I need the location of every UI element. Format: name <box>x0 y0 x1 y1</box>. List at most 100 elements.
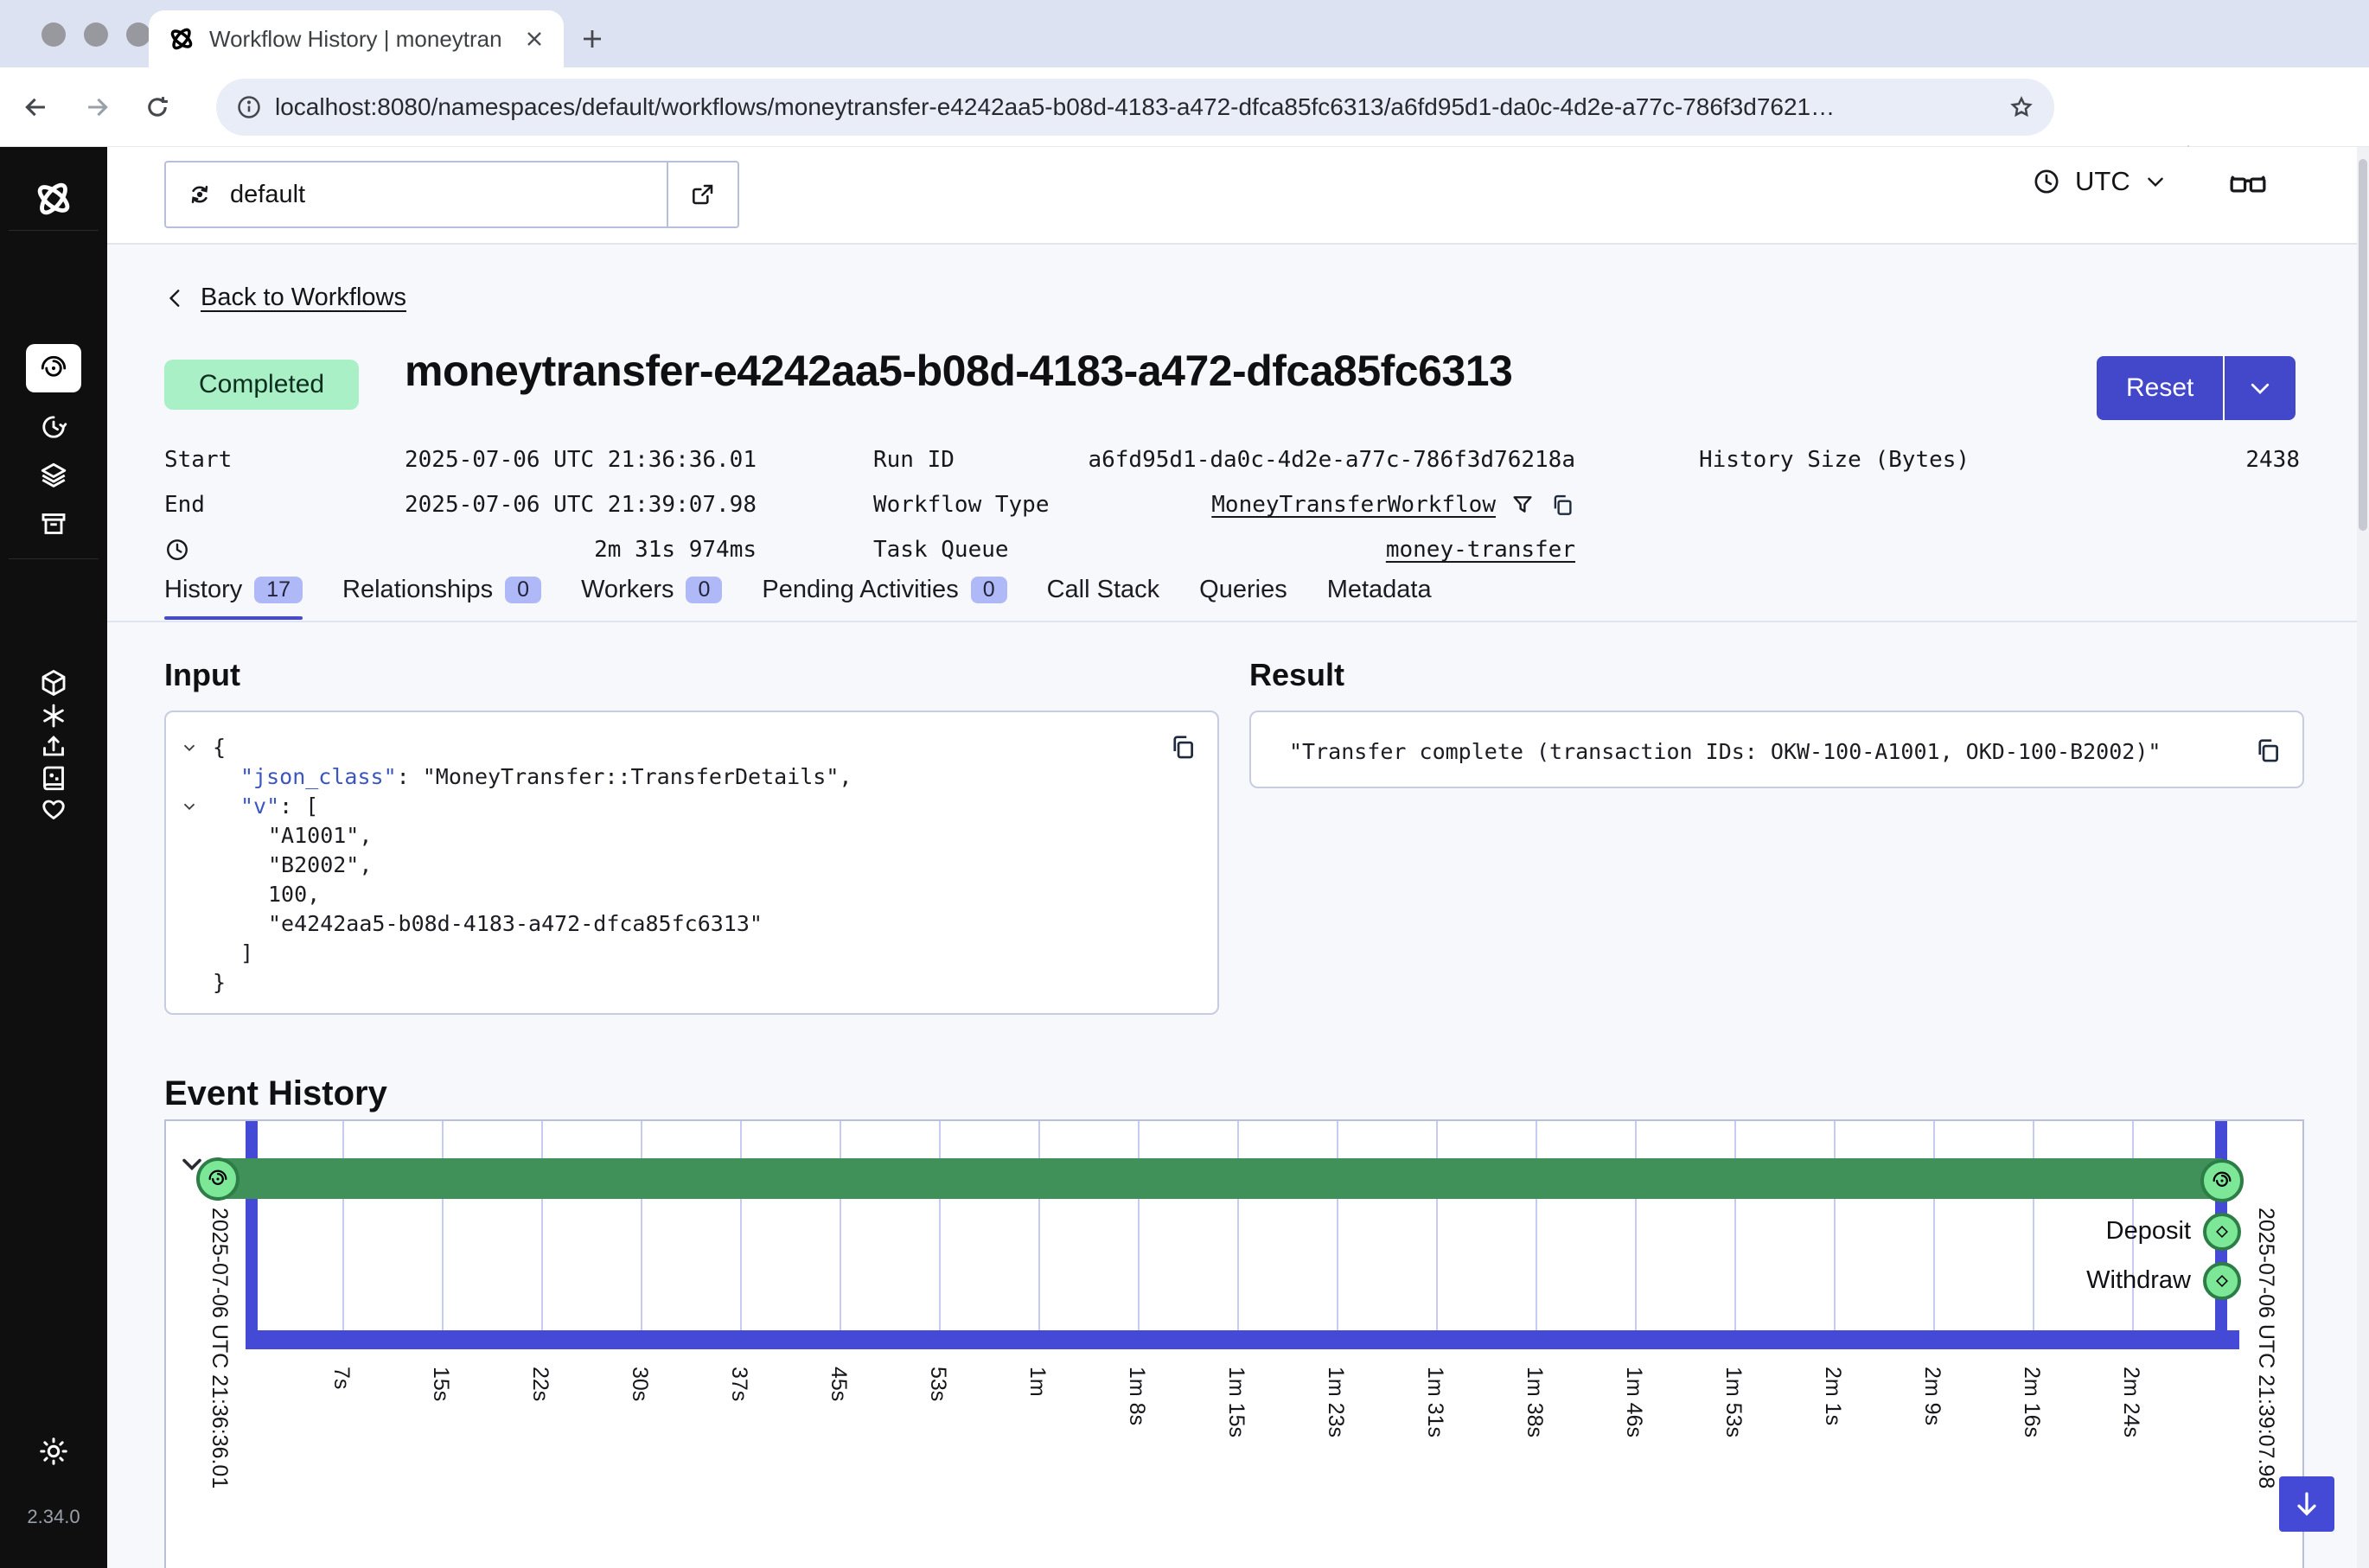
nav-schedules-icon[interactable] <box>0 411 107 443</box>
timeline-gridline <box>342 1121 344 1339</box>
nav-feedback-heart-icon[interactable] <box>0 794 107 825</box>
collapse-chevron-icon[interactable] <box>180 733 199 762</box>
json-line: "json_class": "MoneyTransfer::TransferDe… <box>166 762 1217 792</box>
temporal-logo-icon[interactable] <box>0 178 107 220</box>
temporal-favicon-icon <box>168 25 195 53</box>
timeline-tick-label: 1m 15s <box>1223 1367 1248 1437</box>
bookmark-star-icon[interactable] <box>2008 93 2035 121</box>
tabs-bottom-border <box>107 621 2369 622</box>
timeline-tick-label: 15s <box>428 1367 453 1401</box>
reset-menu-button[interactable] <box>2223 356 2296 420</box>
app-version: 2.34.0 <box>0 1506 107 1528</box>
nav-batch-operations-icon[interactable] <box>0 460 107 491</box>
copy-result-button[interactable] <box>2249 731 2287 769</box>
scroll-to-bottom-button[interactable] <box>2279 1476 2334 1532</box>
timeline-gridline <box>1138 1121 1140 1339</box>
detail-value: 2025-07-06 UTC 21:36:36.01 <box>405 447 757 473</box>
timeline-gridline <box>1038 1121 1040 1339</box>
nav-import-icon[interactable] <box>0 731 107 762</box>
copy-input-button[interactable] <box>1164 728 1202 766</box>
tab-history[interactable]: History17 <box>164 576 303 620</box>
nav-archival-icon[interactable] <box>0 508 107 539</box>
detail-row-end: End 2025-07-06 UTC 21:39:07.98 <box>164 482 757 527</box>
tab-close-icon[interactable] <box>524 29 545 49</box>
collapse-chevron-icon[interactable] <box>180 792 199 821</box>
timeline-tick-label: 53s <box>925 1367 950 1401</box>
code-view-glasses-icon[interactable] <box>2227 168 2269 202</box>
workflow-start-event-node[interactable] <box>196 1157 239 1201</box>
timeline-gridline <box>1337 1121 1338 1339</box>
site-info-icon[interactable] <box>235 93 263 121</box>
namespace-external-link-button[interactable] <box>667 163 738 226</box>
timeline-tick-label: 7s <box>329 1367 354 1389</box>
timeline-gridline <box>1635 1121 1637 1339</box>
json-line: 100, <box>166 880 1217 909</box>
back-to-workflows-link[interactable]: Back to Workflows <box>164 284 406 312</box>
timeline-tick-label: 1m 53s <box>1721 1367 1746 1437</box>
tab-call-stack[interactable]: Call Stack <box>1047 576 1160 620</box>
timeline-tick-label: 30s <box>627 1367 652 1401</box>
page-scrollbar[interactable] <box>2357 147 2369 1568</box>
detail-label: End <box>164 492 205 518</box>
event-history-timeline: 7s15s22s30s37s45s53s1m1m 8s1m 15s1m 23s1… <box>164 1119 2304 1568</box>
timeline-start-label: 2025-07-06 UTC 21:36:36.01 <box>207 1208 232 1488</box>
detail-label: Task Queue <box>873 537 1009 563</box>
tab-count-badge: 0 <box>686 577 722 603</box>
tab-workers[interactable]: Workers0 <box>581 576 722 620</box>
nav-labs-docs-icon[interactable] <box>0 762 107 794</box>
nav-deployments-icon[interactable] <box>0 700 107 731</box>
activity-event-node-deposit[interactable] <box>2203 1213 2241 1251</box>
timeline-tick-label: 2m 24s <box>2118 1367 2143 1437</box>
tab-metadata[interactable]: Metadata <box>1327 576 1432 620</box>
scrollbar-thumb[interactable] <box>2359 159 2367 531</box>
input-payload-card: { "json_class": "MoneyTransfer::Transfer… <box>164 711 1219 1015</box>
tab-relationships[interactable]: Relationships0 <box>342 576 541 620</box>
reload-button[interactable] <box>133 83 182 131</box>
app-header: default UTC <box>107 147 2369 245</box>
window-minimize-button[interactable] <box>84 22 108 47</box>
details-column-times: Start 2025-07-06 UTC 21:36:36.01 End 202… <box>164 437 757 572</box>
namespace-switcher-icon <box>185 180 214 209</box>
json-line: { <box>166 733 1217 762</box>
workflow-type-link[interactable]: MoneyTransferWorkflow <box>1211 492 1496 518</box>
nav-nexus-icon[interactable] <box>0 667 107 698</box>
tab-pending-activities[interactable]: Pending Activities0 <box>762 576 1006 620</box>
activity-event-node-withdraw[interactable] <box>2203 1262 2241 1300</box>
rail-divider <box>9 230 99 231</box>
browser-tab[interactable]: Workflow History | moneytran <box>149 10 564 67</box>
json-line: "A1001", <box>166 821 1217 851</box>
filter-icon[interactable] <box>1510 492 1536 518</box>
detail-label: Start <box>164 447 232 473</box>
reset-button[interactable]: Reset <box>2097 356 2223 420</box>
clock-icon <box>2032 167 2061 196</box>
workflow-tabs: History17 Relationships0 Workers0 Pendin… <box>164 576 1432 620</box>
theme-toggle-sun-icon[interactable] <box>0 1435 107 1468</box>
task-queue-link[interactable]: money-transfer <box>1386 537 1575 563</box>
copy-icon[interactable] <box>1549 492 1575 518</box>
input-section-title: Input <box>164 657 240 693</box>
timeline-gridline <box>1237 1121 1239 1339</box>
timeline-gridline <box>442 1121 444 1339</box>
timezone-selector[interactable]: UTC <box>2032 166 2167 197</box>
tab-queries[interactable]: Queries <box>1199 576 1287 620</box>
new-tab-button[interactable] <box>571 17 614 61</box>
chevron-left-icon <box>164 285 187 311</box>
timezone-value: UTC <box>2075 166 2130 197</box>
browser-tabstrip: Workflow History | moneytran <box>0 0 2369 67</box>
namespace-selector[interactable]: default <box>164 161 739 228</box>
nav-workflows-active[interactable] <box>26 344 81 392</box>
detail-label: Workflow Type <box>873 492 1050 518</box>
details-column-ids: Run ID a6fd95d1-da0c-4d2e-a77c-786f3d762… <box>873 437 1575 572</box>
address-bar[interactable]: localhost:8080/namespaces/default/workfl… <box>216 79 2054 136</box>
back-button[interactable] <box>12 83 61 131</box>
window-close-button[interactable] <box>42 22 66 47</box>
timeline-tick-label: 1m 8s <box>1124 1367 1149 1425</box>
forward-button[interactable] <box>73 83 121 131</box>
status-badge: Completed <box>164 360 359 410</box>
timeline-tick-label: 1m <box>1025 1367 1050 1397</box>
detail-value: 2025-07-06 UTC 21:39:07.98 <box>405 492 757 518</box>
tab-count-badge: 0 <box>505 577 541 603</box>
workflow-complete-event-node[interactable] <box>2200 1159 2244 1202</box>
detail-row-start: Start 2025-07-06 UTC 21:36:36.01 <box>164 437 757 482</box>
window-zoom-button[interactable] <box>126 22 150 47</box>
